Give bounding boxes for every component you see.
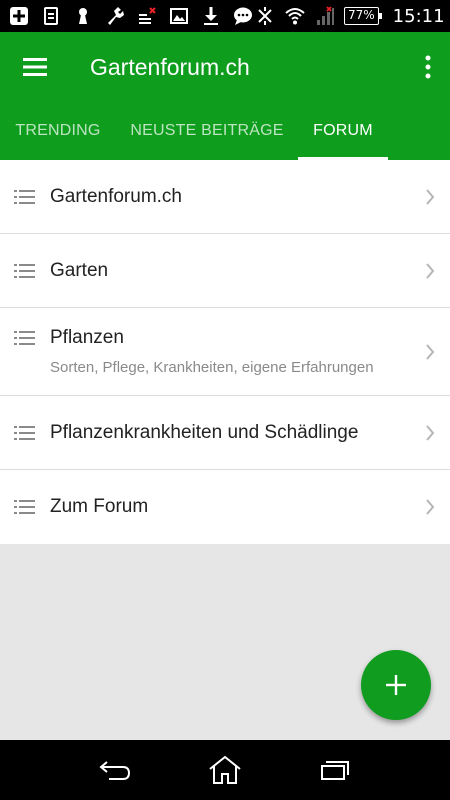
toolbar: Gartenforum.ch bbox=[0, 32, 450, 102]
hamburger-menu-icon bbox=[23, 58, 47, 76]
status-bar: 77% 15:11 bbox=[0, 0, 450, 32]
chevron-right-icon bbox=[410, 424, 450, 441]
download-icon bbox=[200, 5, 222, 27]
add-icon bbox=[8, 5, 30, 27]
system-nav-bar bbox=[0, 740, 450, 800]
forum-item-title: Garten bbox=[50, 259, 109, 281]
wrench-icon bbox=[104, 5, 126, 27]
tab-forum[interactable]: FORUM bbox=[298, 102, 388, 160]
forum-item-title: Zum Forum bbox=[50, 496, 149, 517]
forum-list: Gartenforum.ch Garten Pflanzen Sorten, P… bbox=[0, 160, 450, 544]
forum-item-title: Pflanzen bbox=[50, 327, 124, 348]
keyhole-icon bbox=[72, 5, 94, 27]
forum-item-pflanzenkrankheiten[interactable]: Pflanzenkrankheiten und Schädlinge bbox=[0, 396, 450, 470]
clock: 15:11 bbox=[392, 5, 445, 27]
forum-item-pflanzen[interactable]: Pflanzen Sorten, Pflege, Krankheiten, ei… bbox=[0, 308, 450, 396]
plus-icon bbox=[386, 675, 406, 695]
tab-label: FORUM bbox=[313, 122, 373, 139]
forum-item-title: Gartenforum.ch bbox=[50, 185, 182, 207]
recent-apps-icon bbox=[321, 761, 349, 780]
back-icon bbox=[99, 761, 131, 780]
list-icon bbox=[0, 263, 50, 279]
forum-item-subtitle: Sorten, Pflege, Krankheiten, eigene Erfa… bbox=[50, 359, 374, 376]
recent-apps-button[interactable] bbox=[310, 750, 360, 790]
back-button[interactable] bbox=[90, 750, 140, 790]
forum-item-title: Pflanzenkrankheiten und Schädlinge bbox=[50, 421, 359, 443]
chevron-right-icon bbox=[410, 262, 450, 279]
battery-icon: 77% bbox=[344, 7, 382, 25]
more-vert-icon bbox=[425, 55, 431, 79]
chevron-right-icon bbox=[410, 343, 450, 360]
overflow-menu-button[interactable] bbox=[416, 50, 440, 84]
wifi-icon bbox=[284, 5, 306, 27]
list-icon bbox=[0, 189, 50, 205]
chevron-right-icon bbox=[410, 499, 450, 515]
forum-item-garten[interactable]: Garten bbox=[0, 234, 450, 308]
home-button[interactable] bbox=[200, 750, 250, 790]
list-icon bbox=[0, 308, 50, 346]
add-post-fab[interactable] bbox=[361, 650, 431, 720]
chat-icon bbox=[232, 5, 254, 27]
chevron-right-icon bbox=[410, 188, 450, 205]
image-icon bbox=[168, 5, 190, 27]
no-signal-icon bbox=[254, 5, 276, 27]
list-icon bbox=[0, 499, 50, 515]
cell-signal-icon bbox=[314, 5, 336, 27]
app-bar: Gartenforum.ch TRENDING NEUSTE BEITRÄGE … bbox=[0, 32, 450, 160]
menu-button[interactable] bbox=[0, 32, 70, 102]
list-icon bbox=[0, 425, 50, 441]
tab-bar: TRENDING NEUSTE BEITRÄGE FORUM bbox=[0, 102, 450, 160]
tab-neuste-beitraege[interactable]: NEUSTE BEITRÄGE bbox=[116, 102, 298, 160]
tab-label: TRENDING bbox=[15, 122, 101, 139]
tab-label: NEUSTE BEITRÄGE bbox=[130, 122, 284, 139]
app-title: Gartenforum.ch bbox=[90, 53, 250, 80]
home-icon bbox=[209, 755, 241, 784]
data-blocked-icon bbox=[136, 5, 158, 27]
forum-item-gartenforum[interactable]: Gartenforum.ch bbox=[0, 160, 450, 234]
clipboard-icon bbox=[40, 5, 62, 27]
forum-item-zum-forum[interactable]: Zum Forum bbox=[0, 470, 450, 544]
tab-trending[interactable]: TRENDING bbox=[0, 102, 116, 160]
